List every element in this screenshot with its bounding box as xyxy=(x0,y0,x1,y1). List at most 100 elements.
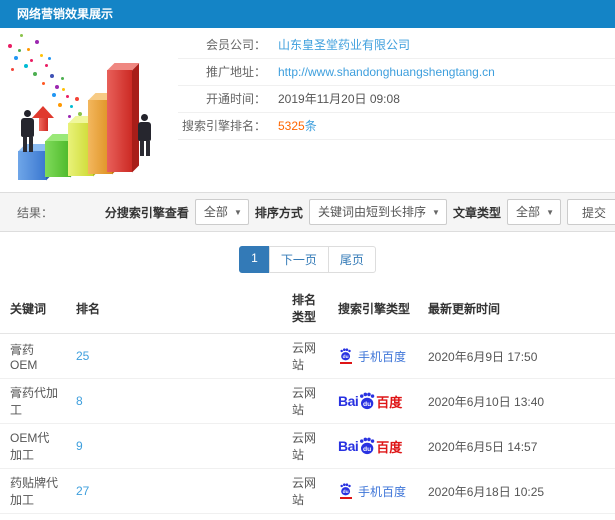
svg-text:du: du xyxy=(363,446,371,453)
confetti-dot xyxy=(11,68,14,71)
pagination-page-1[interactable]: 1 xyxy=(239,246,270,273)
pagination-last-page[interactable]: 尾页 xyxy=(327,246,376,273)
baidu-paw-icon: du xyxy=(340,483,351,496)
updated-time-cell: 2020年6月9日 17:50 xyxy=(420,333,615,379)
chart-bar-green xyxy=(45,134,77,177)
page-title: 网络营销效果展示 xyxy=(17,7,114,21)
confetti-dot xyxy=(8,44,12,48)
filter-group: 分搜索引擎查看 全部 ▼ 排序方式 关键词由短到长排序 ▼ 文章类型 全部 ▼ 提交 xyxy=(105,199,615,225)
result-filter-bar: 结果： 分搜索引擎查看 全部 ▼ 排序方式 关键词由短到长排序 ▼ 文章类型 全部 ▼… xyxy=(0,192,615,232)
confetti-dot xyxy=(66,95,69,98)
confetti-dot xyxy=(33,72,37,76)
info-value-link[interactable]: 山东皇圣堂药业有限公司 xyxy=(278,38,410,52)
page: 网络营销效果展示 会员公司： 山东皇圣堂药业有限公司 推广地址： http://www… xyxy=(0,0,615,520)
rank-type-cell: 云网站 xyxy=(284,333,330,379)
marketing-chart-illustration xyxy=(0,28,190,190)
confetti-dot xyxy=(48,57,51,60)
info-value: 5325 xyxy=(278,119,305,133)
svg-text:du: du xyxy=(343,489,349,495)
table-row: 膏药OEM 25 云网站 du 手机百度 2020年6月9日 17:50 xyxy=(0,333,615,379)
keyword-cell: 北京膏药贴牌 xyxy=(0,513,68,520)
table-header-4: 最新更新时间 xyxy=(420,283,615,334)
confetti-dot xyxy=(20,34,23,37)
article-type-select[interactable]: 全部 ▼ xyxy=(506,199,561,225)
rank-link[interactable]: 9 xyxy=(76,439,83,453)
engine-filter-label: 分搜索引擎查看 xyxy=(104,205,189,220)
company-info-row: 开通时间： 2019年11月20日 09:08 xyxy=(178,86,615,113)
baidu-logo-bai: Bai xyxy=(338,438,359,454)
rank-cell: 1 xyxy=(68,513,284,520)
rank-link[interactable]: 8 xyxy=(76,394,83,408)
article-type-select-value: 全部 xyxy=(515,205,540,219)
hero-section: 会员公司： 山东皇圣堂药业有限公司 推广地址： http://www.shandong… xyxy=(0,28,615,192)
pagination-next-page[interactable]: 下一页 xyxy=(268,246,329,273)
svg-text:du: du xyxy=(343,354,349,360)
table-header-row: 关键词 排名 排名类型 搜索引擎类型 最新更新时间 xyxy=(0,283,615,334)
confetti-dot xyxy=(14,56,18,60)
confetti-dot xyxy=(40,54,43,57)
keyword-cell: 膏药OEM xyxy=(0,333,68,379)
baidu-logo-cn: 百度 xyxy=(376,439,403,455)
chart-bar-blue xyxy=(18,144,53,180)
baidu-paw-icon: du xyxy=(360,392,375,410)
sort-filter-label: 排序方式 xyxy=(254,205,303,220)
info-value-link[interactable]: http://www.shandonghuangshengtang.cn xyxy=(278,65,495,79)
engine-select-value: 全部 xyxy=(203,205,228,219)
confetti-dot xyxy=(18,49,21,52)
page-header: 网络营销效果展示 xyxy=(0,0,615,28)
businessman-right xyxy=(138,114,151,156)
chevron-down-icon: ▼ xyxy=(432,208,440,217)
baidu-red-underline xyxy=(339,497,352,499)
mobile-baidu-logo: du 手机百度 xyxy=(338,348,406,365)
info-value: 2019年11月20日 09:08 xyxy=(278,92,400,106)
rank-link[interactable]: 27 xyxy=(76,484,89,498)
info-label: 开通时间： xyxy=(205,92,266,106)
rank-cell: 27 xyxy=(68,468,284,514)
company-info-panel: 会员公司： 山东皇圣堂药业有限公司 推广地址： http://www.shandong… xyxy=(178,28,615,140)
engine-type-cell: Baidu百度 xyxy=(330,513,420,520)
mobile-baidu-label: 手机百度 xyxy=(358,484,407,499)
updated-time-cell: 2020年6月11日 11:18 xyxy=(420,513,615,520)
updated-time-cell: 2020年6月5日 14:57 xyxy=(420,423,615,469)
svg-text:du: du xyxy=(363,401,371,408)
table-header-0: 关键词 xyxy=(0,283,68,334)
rank-cell: 25 xyxy=(68,333,284,379)
baidu-logo: Bai du 百度 xyxy=(338,392,402,411)
baidu-logo-cn: 百度 xyxy=(376,394,403,410)
submit-button[interactable]: 提交 xyxy=(566,199,615,225)
chevron-down-icon: ▼ xyxy=(546,208,554,217)
mobile-baidu-icon: du xyxy=(339,483,352,499)
mobile-baidu-icon: du xyxy=(339,348,352,364)
growth-arrow-icon xyxy=(31,106,55,131)
engine-type-cell: Baidu 百度 xyxy=(330,378,420,424)
keyword-cell: 药贴牌代加工 xyxy=(0,468,68,514)
rank-type-cell: 云网站 xyxy=(284,468,330,514)
engine-type-cell: du 手机百度 xyxy=(330,333,420,379)
confetti-dot xyxy=(68,115,71,118)
keyword-cell: OEM代加工 xyxy=(0,423,68,469)
confetti-dot xyxy=(55,85,59,89)
confetti-dot xyxy=(70,105,73,108)
sort-select[interactable]: 关键词由短到长排序 ▼ xyxy=(308,199,447,225)
chart-bar-red xyxy=(107,63,139,172)
confetti-dot xyxy=(42,82,45,85)
rank-cell: 8 xyxy=(68,378,284,424)
businessman-left xyxy=(21,110,34,152)
engine-type-cell: du 手机百度 xyxy=(330,468,420,514)
result-label: 结果： xyxy=(17,205,54,220)
info-value-suffix: 条 xyxy=(304,119,317,133)
company-info-row: 推广地址： http://www.shandonghuangshengtang.c… xyxy=(178,59,615,86)
updated-time-cell: 2020年6月10日 13:40 xyxy=(420,378,615,424)
engine-select[interactable]: 全部 ▼ xyxy=(194,199,249,225)
rank-cell: 9 xyxy=(68,423,284,469)
baidu-red-underline xyxy=(339,362,352,364)
baidu-paw-icon: du xyxy=(340,348,351,361)
confetti-dot xyxy=(30,59,33,62)
confetti-dot xyxy=(62,88,65,91)
pagination: 1 下一页 尾页 xyxy=(239,246,376,273)
baidu-logo-bai: Bai xyxy=(338,393,359,409)
info-label: 推广地址： xyxy=(205,65,266,79)
rank-link[interactable]: 25 xyxy=(76,349,89,363)
keyword-cell: 膏药代加工 xyxy=(0,378,68,424)
engine-type-cell: Baidu 百度 xyxy=(330,423,420,469)
